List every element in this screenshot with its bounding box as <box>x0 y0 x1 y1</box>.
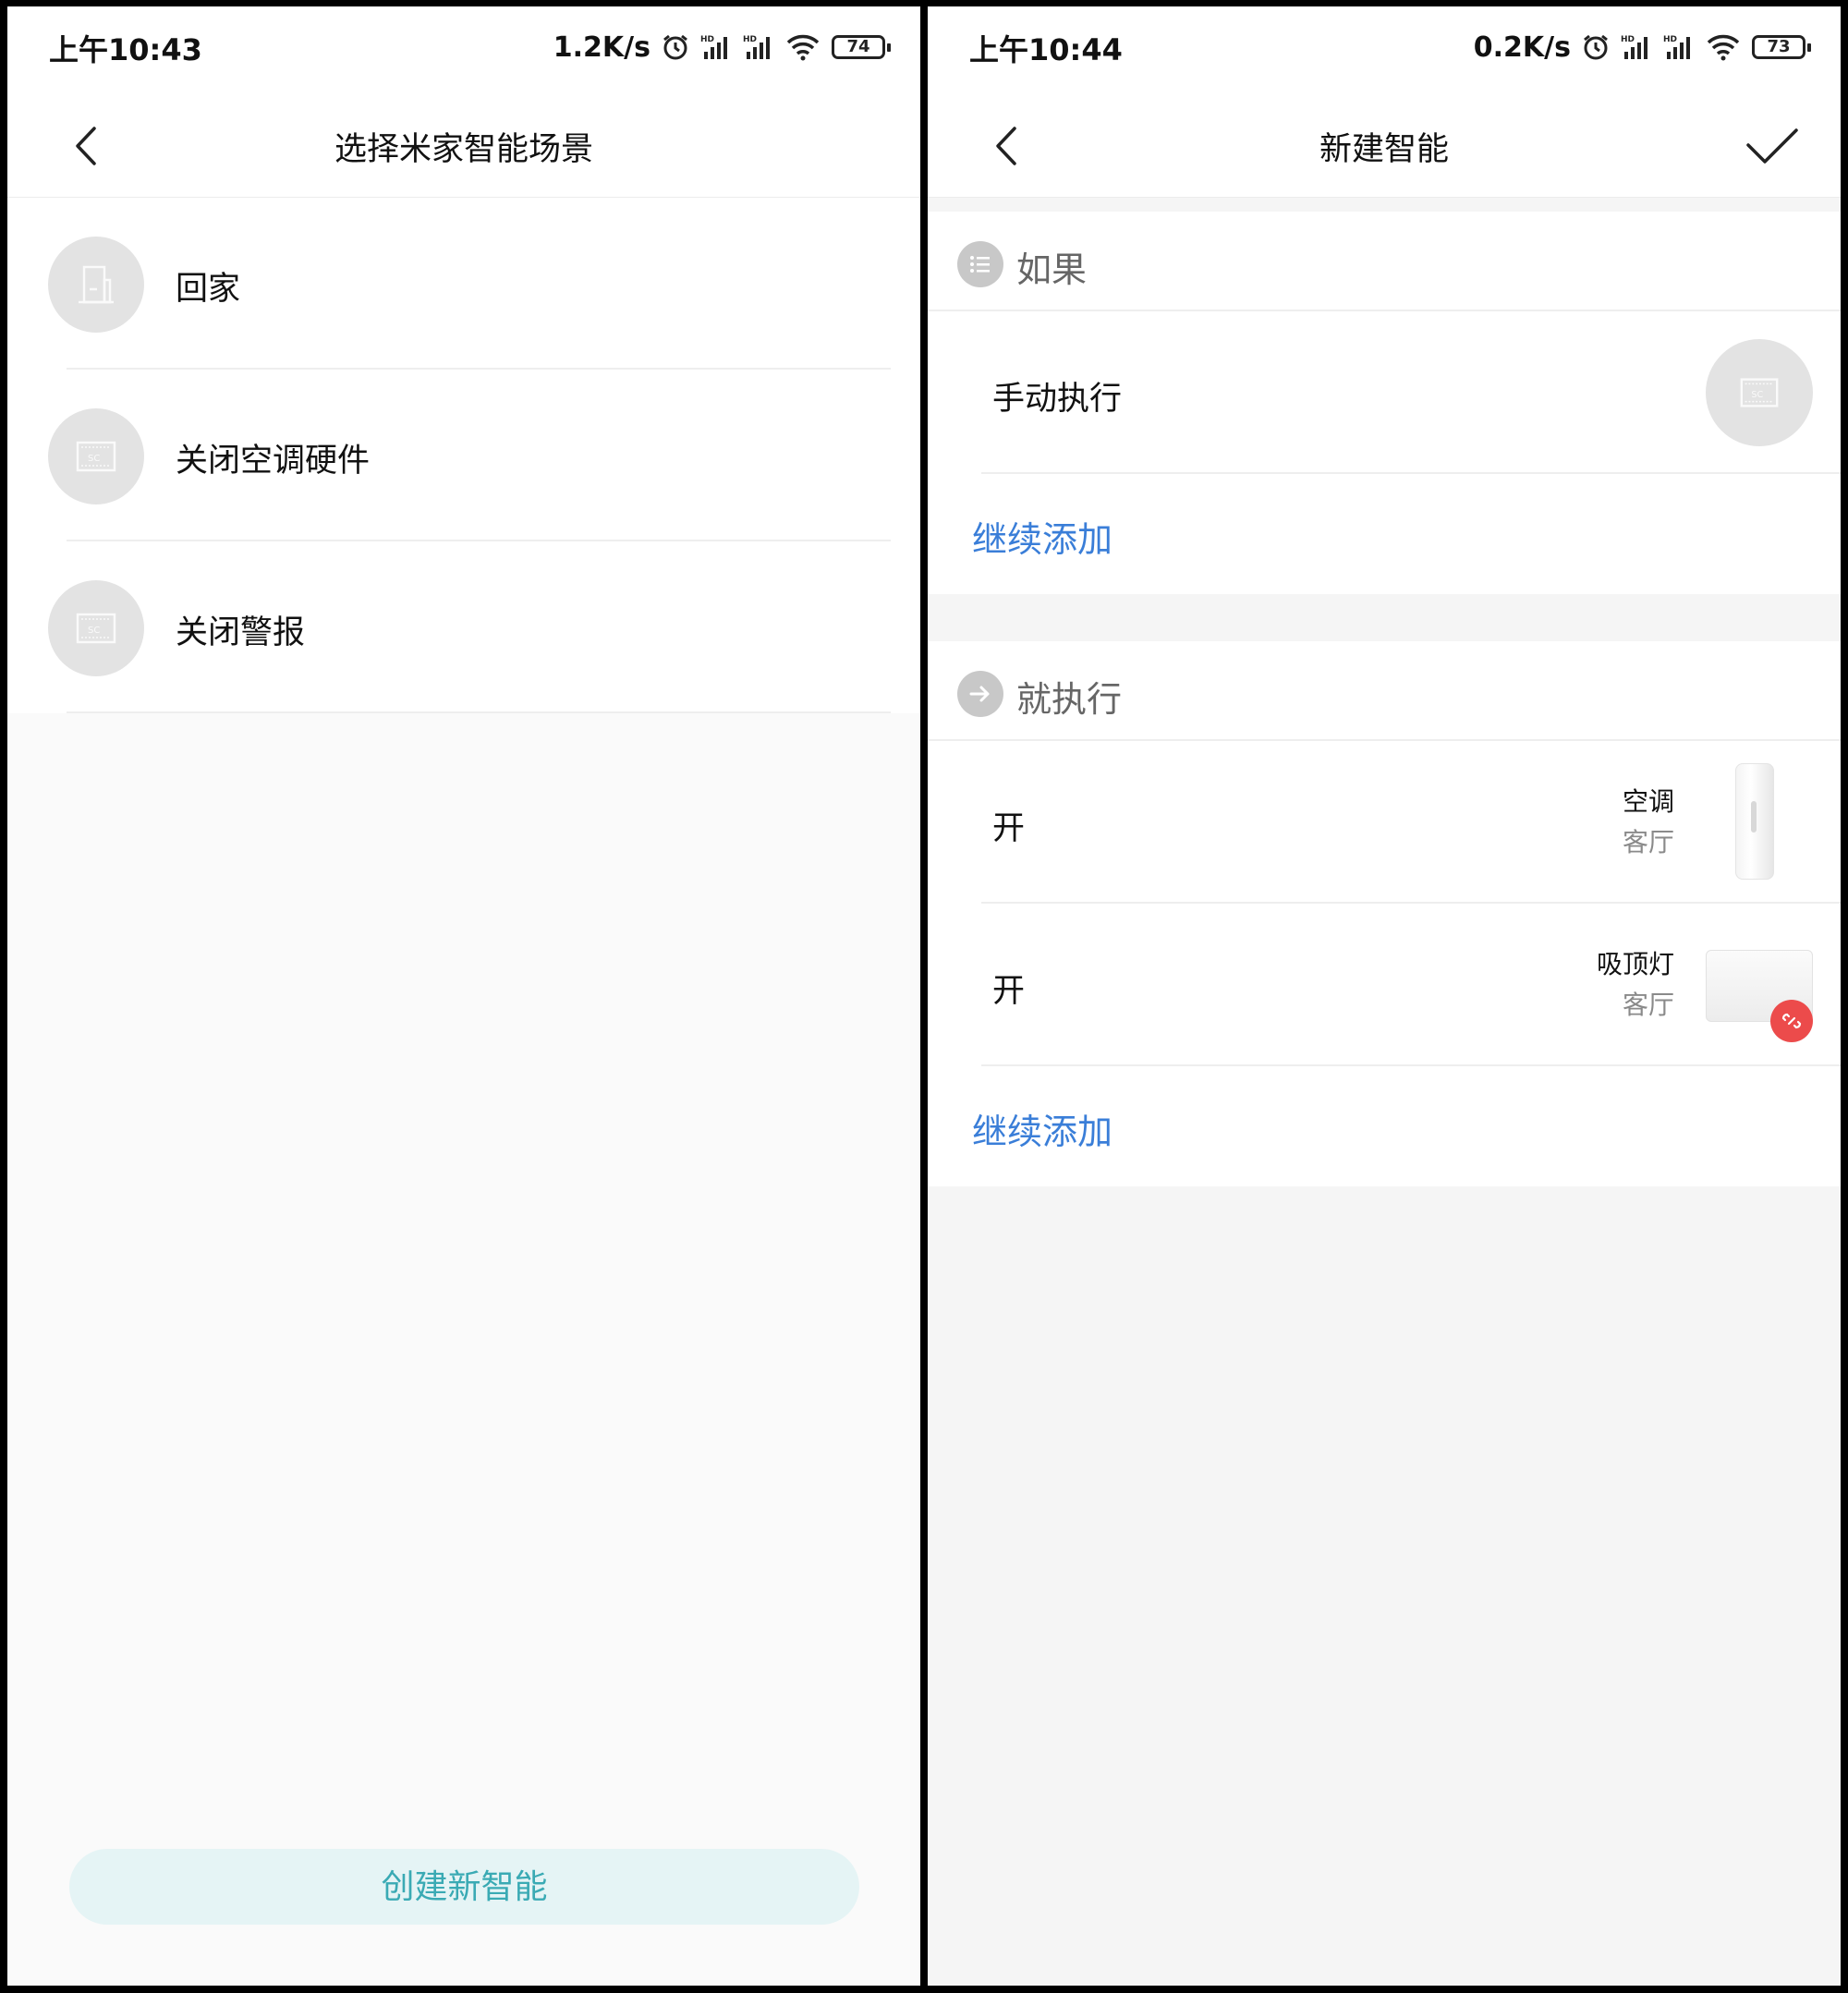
action-label: 开 <box>992 973 1026 1010</box>
action-row-ac[interactable]: 开 空调 客厅 <box>928 741 1841 904</box>
svg-text:HD: HD <box>1621 35 1635 44</box>
svg-text:HD: HD <box>1663 35 1677 44</box>
then-section-header: 就执行 <box>928 641 1841 741</box>
scene-item-home[interactable]: 回家 <box>7 198 920 370</box>
scene-list: 回家 SC 关闭空调硬件 SC 关闭警报 <box>7 198 920 713</box>
add-more-label: 继续添加 <box>972 1112 1113 1152</box>
signal-hd-icon-2: HD <box>743 35 770 59</box>
add-action-link[interactable]: 继续添加 <box>928 1066 1841 1186</box>
divider <box>67 711 891 713</box>
scene-card-icon: SC <box>48 580 144 676</box>
scene-card-icon: SC <box>48 408 144 504</box>
if-section-title: 如果 <box>1016 249 1088 290</box>
wifi-icon <box>786 34 820 61</box>
network-speed: 0.2K/s <box>1473 30 1571 64</box>
scene-label: 回家 <box>176 271 241 308</box>
arrow-right-icon <box>957 671 1003 717</box>
add-more-label: 继续添加 <box>972 519 1113 560</box>
wifi-icon <box>1707 34 1740 61</box>
device-name: 空调 <box>1622 786 1674 817</box>
svg-text:SC: SC <box>88 626 100 636</box>
then-section: 就执行 开 空调 客厅 开 吸顶灯 客厅 继续添加 <box>928 641 1841 1186</box>
scene-item-close-ac[interactable]: SC 关闭空调硬件 <box>7 370 920 541</box>
svg-text:SC: SC <box>1751 390 1763 400</box>
list-icon <box>957 241 1003 287</box>
svg-text:SC: SC <box>88 454 100 464</box>
signal-hd-icon: HD <box>1621 35 1647 59</box>
device-name: 吸顶灯 <box>1596 949 1674 979</box>
page-title: 新建智能 <box>1319 131 1449 168</box>
scene-item-close-alarm[interactable]: SC 关闭警报 <box>7 541 920 713</box>
confirm-check-icon[interactable] <box>1745 123 1800 169</box>
network-speed: 1.2K/s <box>553 30 650 64</box>
device-room: 客厅 <box>1622 827 1674 857</box>
action-label: 开 <box>992 810 1026 847</box>
nav-bar: 新建智能 <box>928 99 1841 198</box>
condition-label: 手动执行 <box>992 381 1123 418</box>
door-icon <box>48 237 144 333</box>
status-time: 上午10:44 <box>969 32 1123 67</box>
new-smart-screen: 上午10:44 0.2K/s HD HD 73 新建智能 如果 手动执行 SC <box>928 6 1841 1986</box>
then-section-title: 就执行 <box>1016 679 1123 720</box>
unlink-icon <box>1770 1000 1813 1042</box>
condition-row-manual[interactable]: 手动执行 SC <box>928 311 1841 474</box>
nav-bar: 选择米家智能场景 <box>7 99 920 198</box>
signal-hd-icon: HD <box>700 35 727 59</box>
signal-hd-icon-2: HD <box>1663 35 1690 59</box>
status-icons: 1.2K/s HD HD 74 <box>553 29 891 66</box>
svg-text:HD: HD <box>700 35 714 44</box>
scene-label: 关闭空调硬件 <box>176 443 371 480</box>
battery-icon: 74 <box>832 35 891 59</box>
page-title: 选择米家智能场景 <box>334 131 593 168</box>
scene-label: 关闭警报 <box>176 614 306 651</box>
action-row-ceiling-light[interactable]: 开 吸顶灯 客厅 <box>928 904 1841 1066</box>
battery-icon: 73 <box>1752 35 1811 59</box>
air-conditioner-image <box>1735 763 1774 880</box>
create-new-smart-button[interactable]: 创建新智能 <box>69 1849 859 1925</box>
device-room: 客厅 <box>1622 990 1674 1020</box>
status-bar: 上午10:43 1.2K/s HD HD 74 <box>7 6 920 99</box>
alarm-icon <box>1584 34 1608 60</box>
alarm-icon <box>663 34 687 60</box>
status-bar: 上午10:44 0.2K/s HD HD 73 <box>928 6 1841 99</box>
scene-card-icon: SC <box>1706 339 1813 446</box>
scene-picker-screen: 上午10:43 1.2K/s HD HD 74 选择米家智能场景 回家 SC 关… <box>7 6 920 1986</box>
svg-text:HD: HD <box>743 35 757 44</box>
if-section-header: 如果 <box>928 212 1841 311</box>
status-time: 上午10:43 <box>49 32 202 67</box>
add-condition-link[interactable]: 继续添加 <box>928 474 1841 594</box>
if-section: 如果 手动执行 SC 继续添加 <box>928 212 1841 594</box>
status-icons: 0.2K/s HD HD 73 <box>1473 29 1811 66</box>
